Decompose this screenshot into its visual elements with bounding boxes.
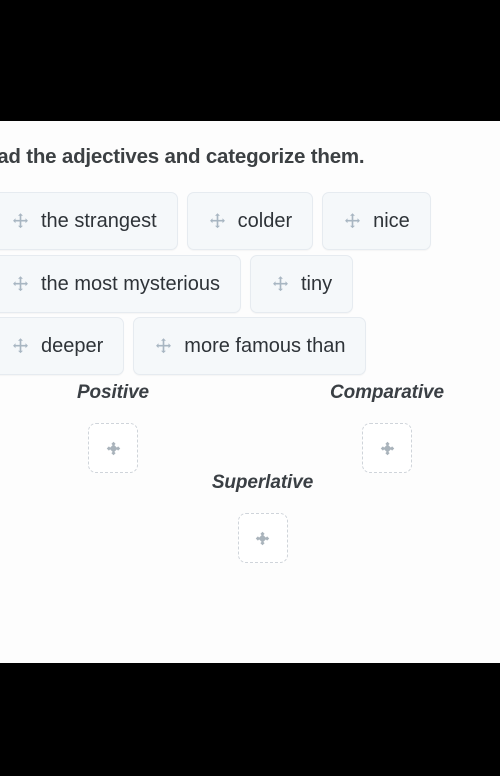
category-row-bottom: Superlative <box>0 473 500 563</box>
category-title: Positive <box>76 382 150 403</box>
draggable-chip-the-strangest[interactable]: the strangest <box>0 192 178 250</box>
draggable-chip-deeper[interactable]: deeper <box>0 317 125 375</box>
category-superlative: Superlative <box>145 473 380 563</box>
exercise-content: ead the adjectives and categorize them. … <box>0 121 500 663</box>
move-target-icon <box>106 441 120 455</box>
dropzone-superlative[interactable] <box>237 513 288 563</box>
chip-row: the most mysterious tiny <box>0 255 500 313</box>
move-target-icon <box>380 441 394 455</box>
category-section: Positive Comparative Superlative <box>0 383 500 563</box>
draggable-chip-colder[interactable]: colder <box>186 192 314 250</box>
move-handle-icon <box>156 337 172 353</box>
chip-row: deeper more famous than <box>0 317 500 375</box>
move-target-icon <box>255 531 270 545</box>
move-handle-icon <box>13 337 28 353</box>
letterbox-top-bar <box>0 0 500 121</box>
category-title: Superlative <box>211 472 314 493</box>
draggable-chip-the-most-mysterious[interactable]: the most mysterious <box>0 255 241 313</box>
chip-label: deeper <box>41 335 104 357</box>
chip-label: colder <box>237 210 293 232</box>
dropzone-comparative[interactable] <box>362 423 412 473</box>
chip-label: the strangest <box>41 210 157 232</box>
screen: ead the adjectives and categorize them. … <box>0 0 500 776</box>
chip-label: nice <box>373 210 410 232</box>
move-handle-icon <box>273 275 288 291</box>
move-handle-icon <box>13 275 28 291</box>
category-row-top: Positive Comparative <box>0 383 500 473</box>
draggable-chip-nice[interactable]: nice <box>322 192 431 250</box>
move-handle-icon <box>209 212 225 228</box>
move-handle-icon <box>345 212 361 228</box>
draggable-chip-more-famous-than[interactable]: more famous than <box>133 317 367 375</box>
dropzone-positive[interactable] <box>88 423 138 473</box>
draggable-chip-tiny[interactable]: tiny <box>249 255 354 313</box>
category-comparative: Comparative <box>274 383 500 473</box>
category-positive: Positive <box>0 383 226 473</box>
chip-row: the strangest colder nice <box>0 192 500 250</box>
category-title: Comparative <box>330 382 444 403</box>
chip-label: more famous than <box>184 335 346 357</box>
chip-label: the most mysterious <box>41 273 220 295</box>
chip-label: tiny <box>300 273 333 295</box>
letterbox-bottom-bar <box>0 663 500 776</box>
move-handle-icon <box>13 212 28 228</box>
page-title: ead the adjectives and categorize them. <box>0 145 365 168</box>
